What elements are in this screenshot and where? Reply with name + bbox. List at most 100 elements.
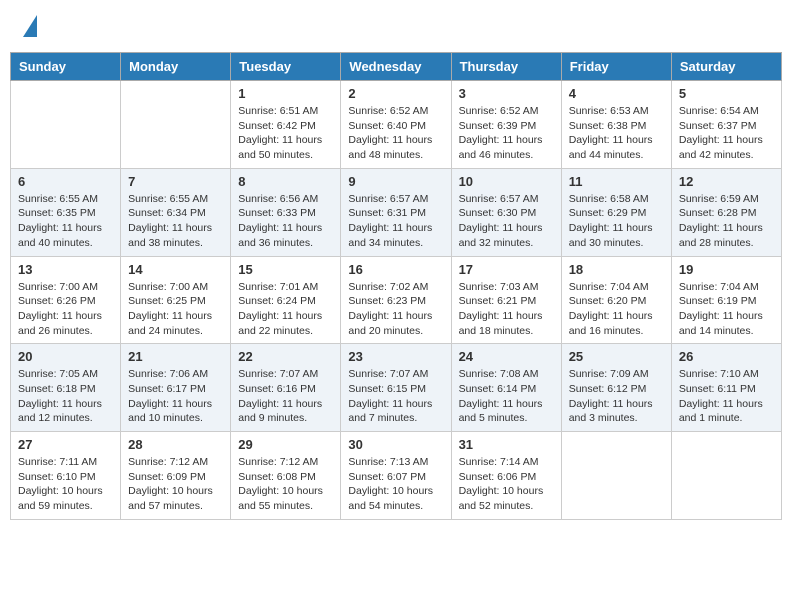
day-number: 11 xyxy=(569,174,664,189)
calendar-cell: 8 Sunrise: 6:56 AM Sunset: 6:33 PM Daylig… xyxy=(231,168,341,256)
calendar-cell: 25 Sunrise: 7:09 AM Sunset: 6:12 PM Dayli… xyxy=(561,344,671,432)
calendar-cell: 9 Sunrise: 6:57 AM Sunset: 6:31 PM Daylig… xyxy=(341,168,451,256)
logo xyxy=(20,15,37,37)
calendar-cell: 3 Sunrise: 6:52 AM Sunset: 6:39 PM Daylig… xyxy=(451,81,561,169)
calendar-cell: 24Sunrise: 7:08 AM Sunset: 6:14 PM Dayli… xyxy=(451,344,561,432)
calendar-cell: 23 Sunrise: 7:07 AM Sunset: 6:15 PM Dayli… xyxy=(341,344,451,432)
calendar-cell: 27 Sunrise: 7:11 AM Sunset: 6:10 PM Dayli… xyxy=(11,432,121,520)
day-header-friday: Friday xyxy=(561,53,671,81)
day-header-sunday: Sunday xyxy=(11,53,121,81)
day-number: 25 xyxy=(569,349,664,364)
day-number: 28 xyxy=(128,437,223,452)
day-info: Sunrise: 6:53 AM Sunset: 6:38 PM Dayligh… xyxy=(569,104,664,163)
day-number: 29 xyxy=(238,437,333,452)
calendar-cell: 13 Sunrise: 7:00 AM Sunset: 6:26 PM Dayli… xyxy=(11,256,121,344)
day-info: Sunrise: 6:52 AM Sunset: 6:39 PM Dayligh… xyxy=(459,104,554,163)
day-number: 16 xyxy=(348,262,443,277)
day-info: Sunrise: 6:57 AM Sunset: 6:31 PM Dayligh… xyxy=(348,192,443,251)
day-number: 4 xyxy=(569,86,664,101)
day-header-wednesday: Wednesday xyxy=(341,53,451,81)
day-info: Sunrise: 7:02 AM Sunset: 6:23 PM Dayligh… xyxy=(348,280,443,339)
calendar-cell xyxy=(671,432,781,520)
calendar-cell: 10 Sunrise: 6:57 AM Sunset: 6:30 PM Dayli… xyxy=(451,168,561,256)
day-info: Sunrise: 7:05 AM Sunset: 6:18 PM Dayligh… xyxy=(18,367,113,426)
calendar-cell: 16 Sunrise: 7:02 AM Sunset: 6:23 PM Dayli… xyxy=(341,256,451,344)
calendar-cell: 17Sunrise: 7:03 AM Sunset: 6:21 PM Dayli… xyxy=(451,256,561,344)
day-info: Sunrise: 7:12 AM Sunset: 6:08 PM Dayligh… xyxy=(238,455,333,514)
day-info: Sunrise: 6:52 AM Sunset: 6:40 PM Dayligh… xyxy=(348,104,443,163)
day-number: 12 xyxy=(679,174,774,189)
day-header-saturday: Saturday xyxy=(671,53,781,81)
day-info: Sunrise: 6:54 AM Sunset: 6:37 PM Dayligh… xyxy=(679,104,774,163)
calendar-cell: 19 Sunrise: 7:04 AM Sunset: 6:19 PM Dayli… xyxy=(671,256,781,344)
day-info: Sunrise: 7:13 AM Sunset: 6:07 PM Dayligh… xyxy=(348,455,443,514)
day-number: 9 xyxy=(348,174,443,189)
calendar-cell: 6 Sunrise: 6:55 AM Sunset: 6:35 PM Daylig… xyxy=(11,168,121,256)
day-number: 22 xyxy=(238,349,333,364)
day-number: 20 xyxy=(18,349,113,364)
calendar-cell xyxy=(121,81,231,169)
day-number: 15 xyxy=(238,262,333,277)
day-number: 1 xyxy=(238,86,333,101)
calendar-cell: 28 Sunrise: 7:12 AM Sunset: 6:09 PM Dayli… xyxy=(121,432,231,520)
day-info: Sunrise: 7:11 AM Sunset: 6:10 PM Dayligh… xyxy=(18,455,113,514)
calendar-cell xyxy=(11,81,121,169)
day-info: Sunrise: 6:59 AM Sunset: 6:28 PM Dayligh… xyxy=(679,192,774,251)
logo-triangle-icon xyxy=(23,15,37,37)
calendar-cell: 15 Sunrise: 7:01 AM Sunset: 6:24 PM Dayli… xyxy=(231,256,341,344)
calendar-cell: 18 Sunrise: 7:04 AM Sunset: 6:20 PM Dayli… xyxy=(561,256,671,344)
day-info: Sunrise: 7:07 AM Sunset: 6:15 PM Dayligh… xyxy=(348,367,443,426)
calendar-cell: 14 Sunrise: 7:00 AM Sunset: 6:25 PM Dayli… xyxy=(121,256,231,344)
day-number: 30 xyxy=(348,437,443,452)
day-info: Sunrise: 7:12 AM Sunset: 6:09 PM Dayligh… xyxy=(128,455,223,514)
day-info: Sunrise: 7:01 AM Sunset: 6:24 PM Dayligh… xyxy=(238,280,333,339)
day-number: 5 xyxy=(679,86,774,101)
day-number: 17 xyxy=(459,262,554,277)
day-info: Sunrise: 7:00 AM Sunset: 6:25 PM Dayligh… xyxy=(128,280,223,339)
day-number: 18 xyxy=(569,262,664,277)
day-number: 14 xyxy=(128,262,223,277)
day-number: 27 xyxy=(18,437,113,452)
calendar-cell: 22 Sunrise: 7:07 AM Sunset: 6:16 PM Dayli… xyxy=(231,344,341,432)
day-number: 13 xyxy=(18,262,113,277)
day-number: 6 xyxy=(18,174,113,189)
day-info: Sunrise: 7:09 AM Sunset: 6:12 PM Dayligh… xyxy=(569,367,664,426)
day-header-tuesday: Tuesday xyxy=(231,53,341,81)
day-header-thursday: Thursday xyxy=(451,53,561,81)
calendar-cell: 7 Sunrise: 6:55 AM Sunset: 6:34 PM Daylig… xyxy=(121,168,231,256)
page-header xyxy=(10,10,782,42)
day-number: 10 xyxy=(459,174,554,189)
day-info: Sunrise: 6:55 AM Sunset: 6:34 PM Dayligh… xyxy=(128,192,223,251)
calendar-cell: 20 Sunrise: 7:05 AM Sunset: 6:18 PM Dayli… xyxy=(11,344,121,432)
day-header-monday: Monday xyxy=(121,53,231,81)
day-number: 7 xyxy=(128,174,223,189)
calendar-cell: 30 Sunrise: 7:13 AM Sunset: 6:07 PM Dayli… xyxy=(341,432,451,520)
logo-blue-text xyxy=(20,15,37,37)
day-info: Sunrise: 7:04 AM Sunset: 6:19 PM Dayligh… xyxy=(679,280,774,339)
day-info: Sunrise: 6:56 AM Sunset: 6:33 PM Dayligh… xyxy=(238,192,333,251)
day-info: Sunrise: 7:04 AM Sunset: 6:20 PM Dayligh… xyxy=(569,280,664,339)
calendar-cell: 11 Sunrise: 6:58 AM Sunset: 6:29 PM Dayli… xyxy=(561,168,671,256)
calendar-cell: 12 Sunrise: 6:59 AM Sunset: 6:28 PM Dayli… xyxy=(671,168,781,256)
day-info: Sunrise: 6:58 AM Sunset: 6:29 PM Dayligh… xyxy=(569,192,664,251)
day-number: 23 xyxy=(348,349,443,364)
calendar-cell: 1 Sunrise: 6:51 AM Sunset: 6:42 PM Daylig… xyxy=(231,81,341,169)
calendar-cell: 31Sunrise: 7:14 AM Sunset: 6:06 PM Dayli… xyxy=(451,432,561,520)
calendar-cell: 26Sunrise: 7:10 AM Sunset: 6:11 PM Dayli… xyxy=(671,344,781,432)
day-info: Sunrise: 7:00 AM Sunset: 6:26 PM Dayligh… xyxy=(18,280,113,339)
calendar-table: SundayMondayTuesdayWednesdayThursdayFrid… xyxy=(10,52,782,520)
day-info: Sunrise: 6:55 AM Sunset: 6:35 PM Dayligh… xyxy=(18,192,113,251)
calendar-cell: 5 Sunrise: 6:54 AM Sunset: 6:37 PM Daylig… xyxy=(671,81,781,169)
day-number: 3 xyxy=(459,86,554,101)
day-number: 2 xyxy=(348,86,443,101)
day-number: 21 xyxy=(128,349,223,364)
day-number: 19 xyxy=(679,262,774,277)
calendar-cell: 21Sunrise: 7:06 AM Sunset: 6:17 PM Dayli… xyxy=(121,344,231,432)
day-info: Sunrise: 6:51 AM Sunset: 6:42 PM Dayligh… xyxy=(238,104,333,163)
day-number: 8 xyxy=(238,174,333,189)
calendar-cell xyxy=(561,432,671,520)
day-info: Sunrise: 7:14 AM Sunset: 6:06 PM Dayligh… xyxy=(459,455,554,514)
day-number: 26 xyxy=(679,349,774,364)
day-info: Sunrise: 7:07 AM Sunset: 6:16 PM Dayligh… xyxy=(238,367,333,426)
day-info: Sunrise: 6:57 AM Sunset: 6:30 PM Dayligh… xyxy=(459,192,554,251)
